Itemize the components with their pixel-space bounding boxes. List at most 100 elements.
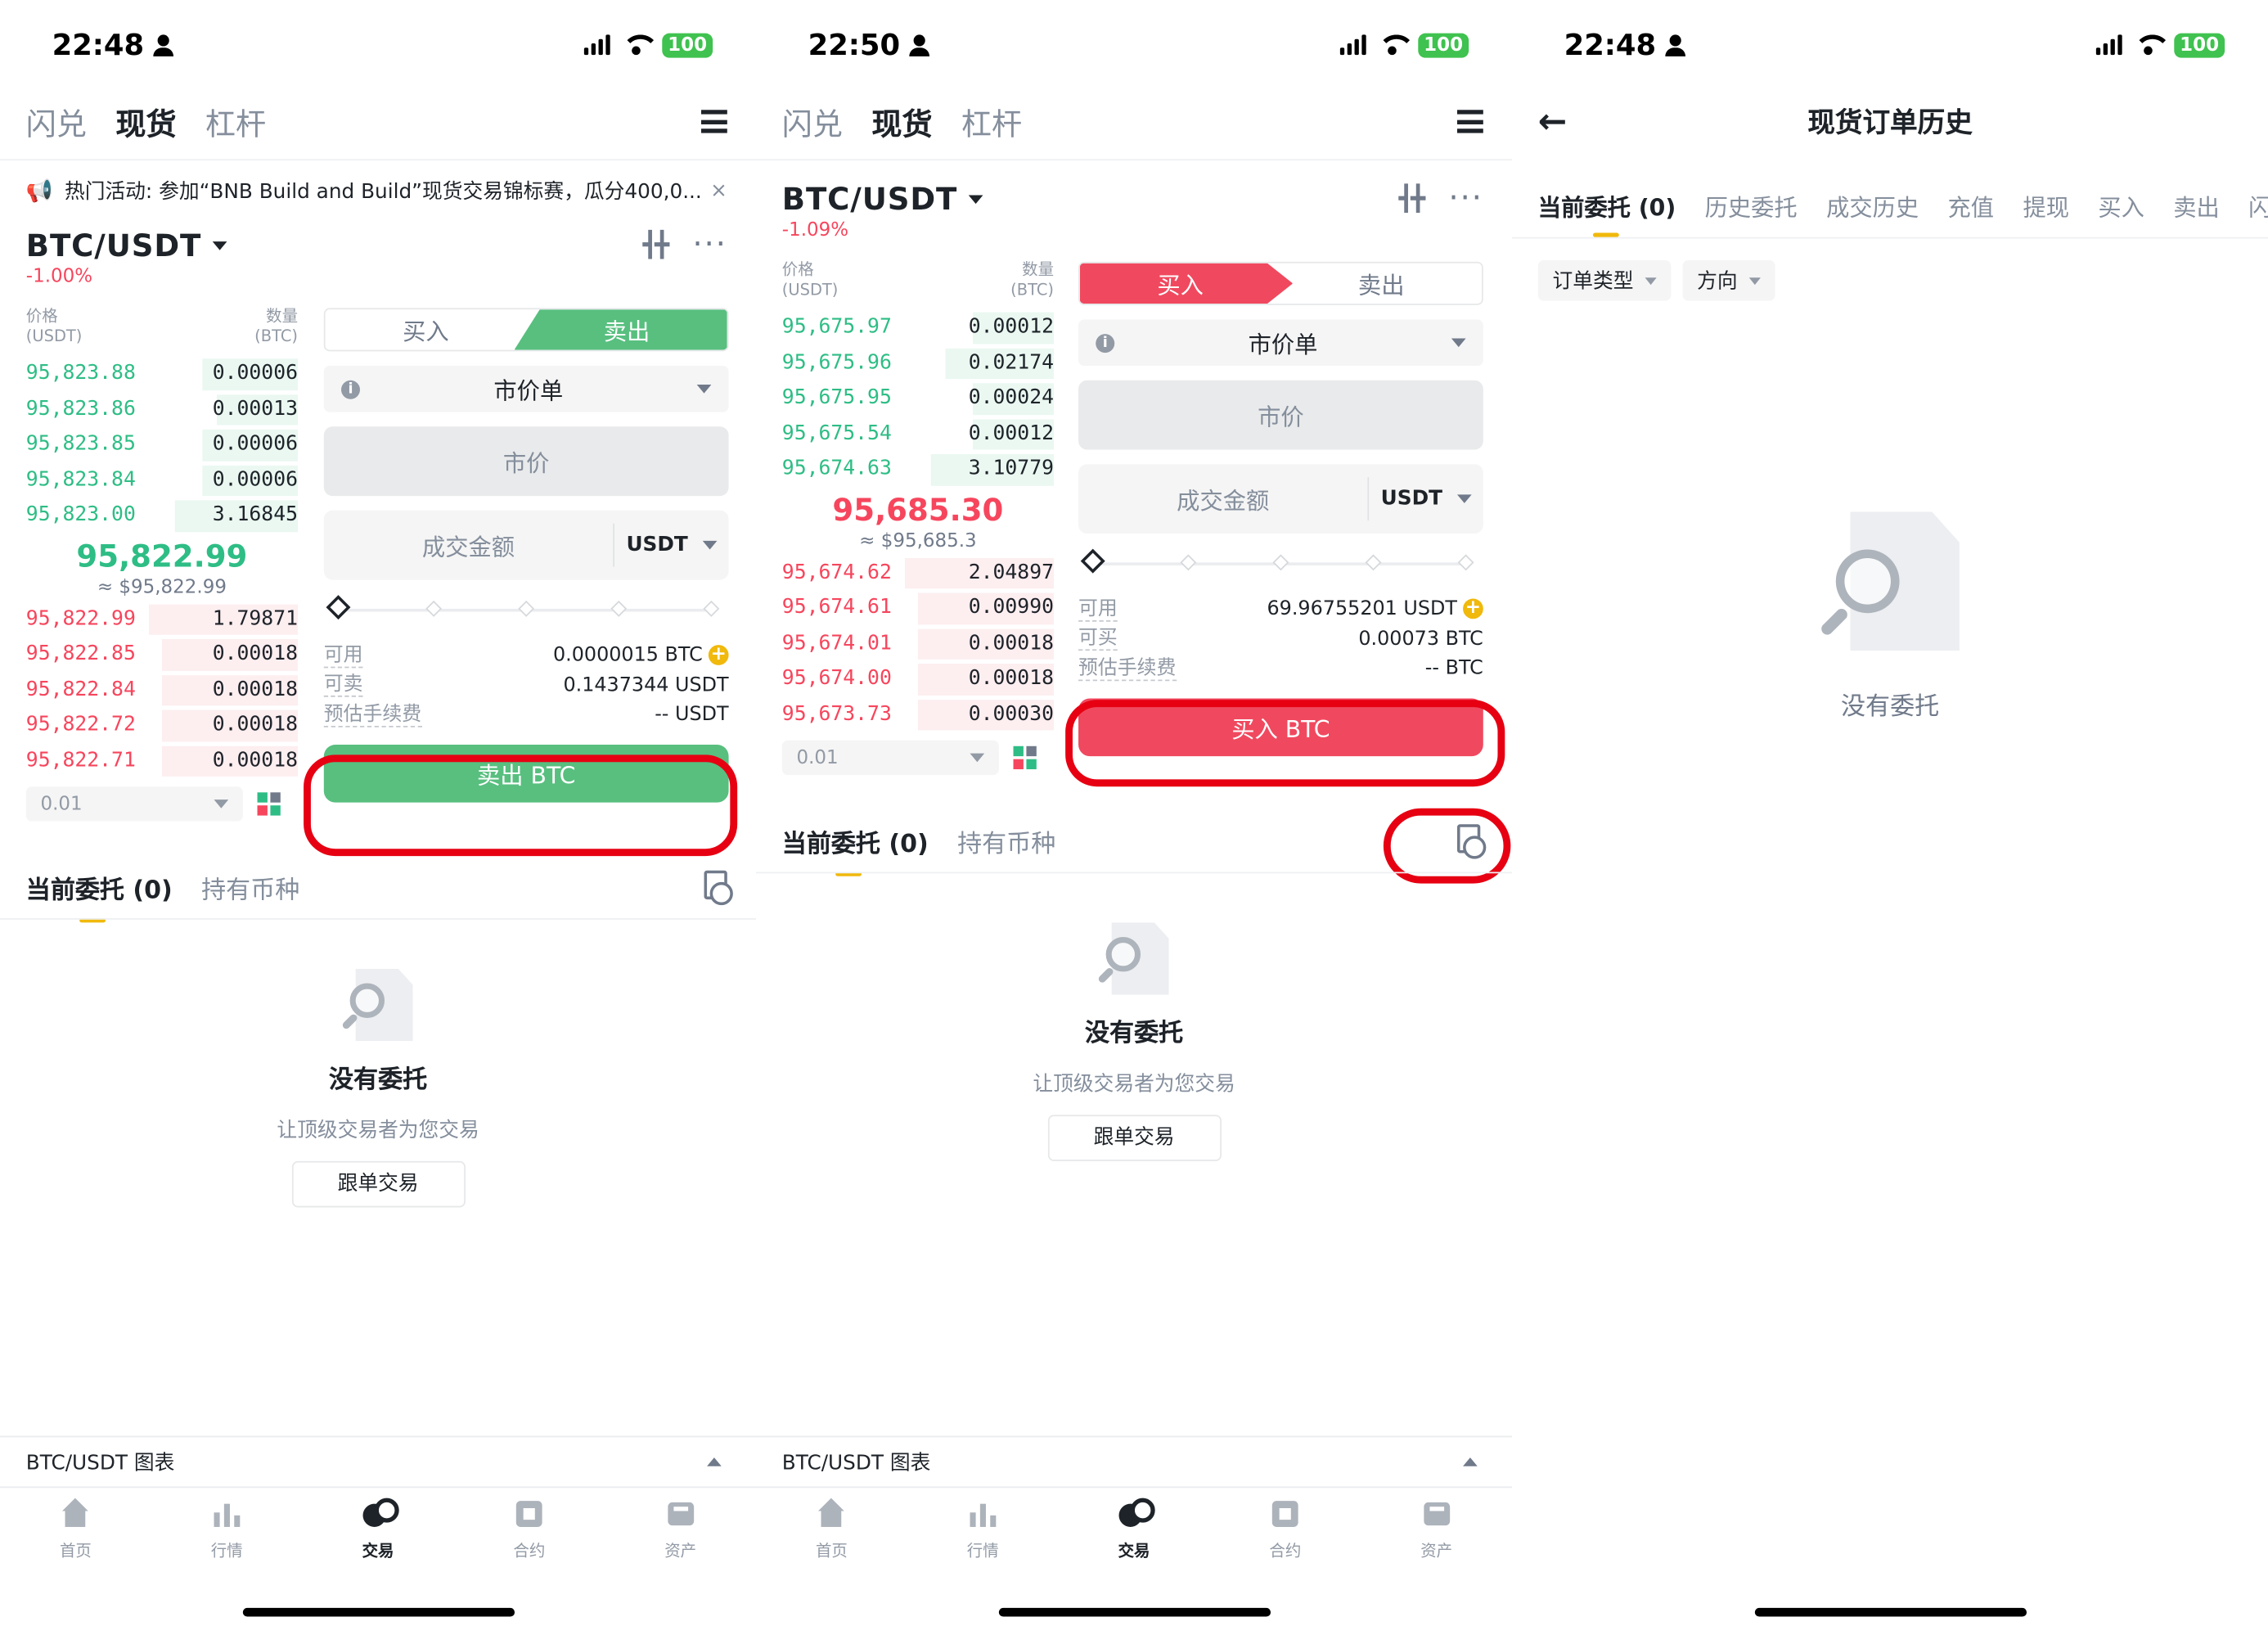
history-tab[interactable]: 买入: [2098, 188, 2144, 226]
bid-row[interactable]: 95,822.85 0.00018: [26, 636, 299, 671]
chevron-down-icon: [969, 195, 984, 205]
info-icon[interactable]: i: [341, 379, 360, 399]
last-price-usd: ≈ $95,685.3: [859, 529, 977, 552]
amount-unit-select[interactable]: USDT: [613, 523, 728, 567]
bid-row[interactable]: 95,674.00 0.00018: [782, 661, 1055, 696]
amount-slider[interactable]: [1078, 543, 1483, 583]
depth-select[interactable]: 0.01: [25, 786, 243, 822]
candlestick-icon[interactable]: ┫╋: [1398, 185, 1425, 214]
ask-row[interactable]: 95,674.63 3.10779: [782, 451, 1055, 486]
tab-markets[interactable]: 行情: [151, 1498, 303, 1585]
empty-search-icon: [1096, 922, 1169, 998]
depth-select[interactable]: 0.01: [781, 740, 999, 776]
tab-futures[interactable]: 合约: [1209, 1498, 1361, 1585]
bid-row[interactable]: 95,822.71 0.00018: [26, 742, 299, 777]
amount-field[interactable]: 成交金额 USDT: [1078, 464, 1483, 534]
tab-convert[interactable]: 闪兑: [26, 101, 87, 145]
slider-handle[interactable]: [326, 595, 351, 620]
row-qty: 1.79871: [212, 606, 299, 630]
bid-row[interactable]: 95,822.84 0.00018: [25, 672, 299, 707]
buy-tab[interactable]: 买入: [1080, 263, 1281, 304]
row-qty: 0.00018: [968, 667, 1055, 691]
tab-home[interactable]: 首页: [0, 1498, 151, 1585]
book-layout-icon[interactable]: [257, 792, 281, 816]
tab-holdings[interactable]: 持有币种: [201, 868, 299, 904]
ask-row[interactable]: 95,675.97 0.00012: [782, 309, 1055, 345]
history-tab[interactable]: 成交历史: [1826, 188, 1919, 226]
tab-spot[interactable]: 现货: [115, 101, 176, 145]
menu-icon[interactable]: [700, 110, 727, 133]
history-tab[interactable]: 历史委托: [1705, 188, 1798, 226]
sell-tab[interactable]: 卖出: [526, 309, 727, 349]
back-arrow-icon[interactable]: ←: [1538, 104, 1568, 138]
pair-selector[interactable]: BTC/USDT: [782, 182, 984, 217]
tab-trade[interactable]: 交易: [1059, 1498, 1210, 1585]
tab-open-orders[interactable]: 当前委托 (0): [782, 822, 929, 876]
bid-row[interactable]: 95,822.72 0.00018: [26, 707, 299, 742]
tab-home[interactable]: 首页: [756, 1498, 907, 1585]
book-layout-icon[interactable]: [1013, 745, 1037, 770]
ask-row[interactable]: 95,823.86 0.00013: [26, 391, 299, 426]
candlestick-icon[interactable]: ┫╋: [642, 232, 669, 260]
plus-icon[interactable]: +: [1463, 598, 1483, 619]
sell-tab[interactable]: 卖出: [1280, 263, 1482, 304]
mid-price[interactable]: 95,685.30 ≈ $95,685.3: [782, 487, 1054, 555]
pair-selector[interactable]: BTC/USDT: [26, 228, 228, 263]
bid-row[interactable]: 95,674.62 2.04897: [782, 555, 1055, 590]
close-icon[interactable]: ×: [710, 179, 727, 202]
pair-header: BTC/USDT -1.00%: [26, 228, 228, 288]
amount-unit-select[interactable]: USDT: [1367, 477, 1483, 521]
tab-assets[interactable]: 资产: [605, 1498, 756, 1585]
slider-handle[interactable]: [1080, 548, 1105, 574]
history-tab[interactable]: 充值: [1948, 188, 1995, 226]
order-type-filter[interactable]: 订单类型: [1537, 260, 1672, 301]
row-qty: 0.00018: [212, 748, 299, 772]
info-icon[interactable]: i: [1096, 333, 1115, 353]
copy-trade-button[interactable]: 跟单交易: [291, 1160, 466, 1208]
buy-tab[interactable]: 买入: [326, 309, 527, 349]
ask-row[interactable]: 95,675.95 0.00024: [782, 381, 1055, 416]
ask-row[interactable]: 95,823.85 0.00006: [26, 426, 299, 462]
tab-margin[interactable]: 杠杆: [961, 101, 1022, 145]
tab-holdings[interactable]: 持有币种: [957, 822, 1055, 858]
history-tab[interactable]: 提现: [2023, 188, 2069, 226]
bid-row[interactable]: 95,674.01 0.00018: [782, 625, 1055, 660]
tab-trade[interactable]: 交易: [303, 1498, 454, 1585]
tab-convert[interactable]: 闪兑: [782, 101, 843, 145]
ask-row[interactable]: 95,675.96 0.02174: [782, 345, 1055, 380]
tab-margin[interactable]: 杠杆: [205, 101, 266, 145]
more-icon[interactable]: ···: [692, 229, 727, 261]
history-tab[interactable]: 闪: [2248, 188, 2268, 226]
order-history-icon[interactable]: [704, 870, 733, 906]
bid-row[interactable]: 95,673.73 0.00030: [782, 696, 1055, 732]
ask-row[interactable]: 95,823.84 0.00006: [26, 462, 299, 498]
tab-markets[interactable]: 行情: [907, 1498, 1059, 1585]
tab-futures[interactable]: 合约: [453, 1498, 605, 1585]
bid-rows: 95,674.62 2.04897 95,674.61 0.00990 95,674.0…: [782, 555, 1055, 732]
copy-trade-button[interactable]: 跟单交易: [1047, 1115, 1222, 1161]
chart-toggle-bar[interactable]: BTC/USDT 图表: [0, 1435, 756, 1489]
ask-row[interactable]: 95,675.54 0.00012: [782, 416, 1055, 451]
row-price: 95,822.84: [25, 678, 136, 701]
direction-filter[interactable]: 方向: [1682, 260, 1775, 301]
order-type-select[interactable]: i 市价单: [1078, 319, 1483, 367]
ask-row[interactable]: 95,823.00 3.16845: [26, 498, 299, 533]
more-icon[interactable]: ···: [1448, 183, 1483, 215]
bid-row[interactable]: 95,822.99 1.79871: [26, 601, 299, 636]
menu-icon[interactable]: [1456, 110, 1483, 133]
history-tab[interactable]: 卖出: [2173, 188, 2220, 226]
history-tab[interactable]: 当前委托 (0): [1538, 188, 1676, 237]
tab-assets[interactable]: 资产: [1361, 1498, 1512, 1585]
ask-row[interactable]: 95,823.88 0.00006: [26, 356, 299, 391]
tab-spot[interactable]: 现货: [871, 101, 932, 145]
order-type-select[interactable]: i 市价单: [323, 366, 729, 412]
mid-price[interactable]: 95,822.99 ≈ $95,822.99: [26, 533, 298, 601]
amount-slider[interactable]: [324, 588, 729, 628]
chart-toggle-bar[interactable]: BTC/USDT 图表: [756, 1435, 1512, 1489]
plus-icon[interactable]: +: [708, 645, 729, 666]
amount-field[interactable]: 成交金额 USDT: [323, 510, 729, 580]
tab-open-orders[interactable]: 当前委托 (0): [26, 868, 173, 922]
bid-row[interactable]: 95,674.61 0.00990: [782, 590, 1055, 625]
person-icon: [908, 34, 929, 56]
promo-banner[interactable]: 📢 热门活动: 参加“BNB Build and Build”现货交易锦标赛，瓜…: [26, 173, 727, 208]
